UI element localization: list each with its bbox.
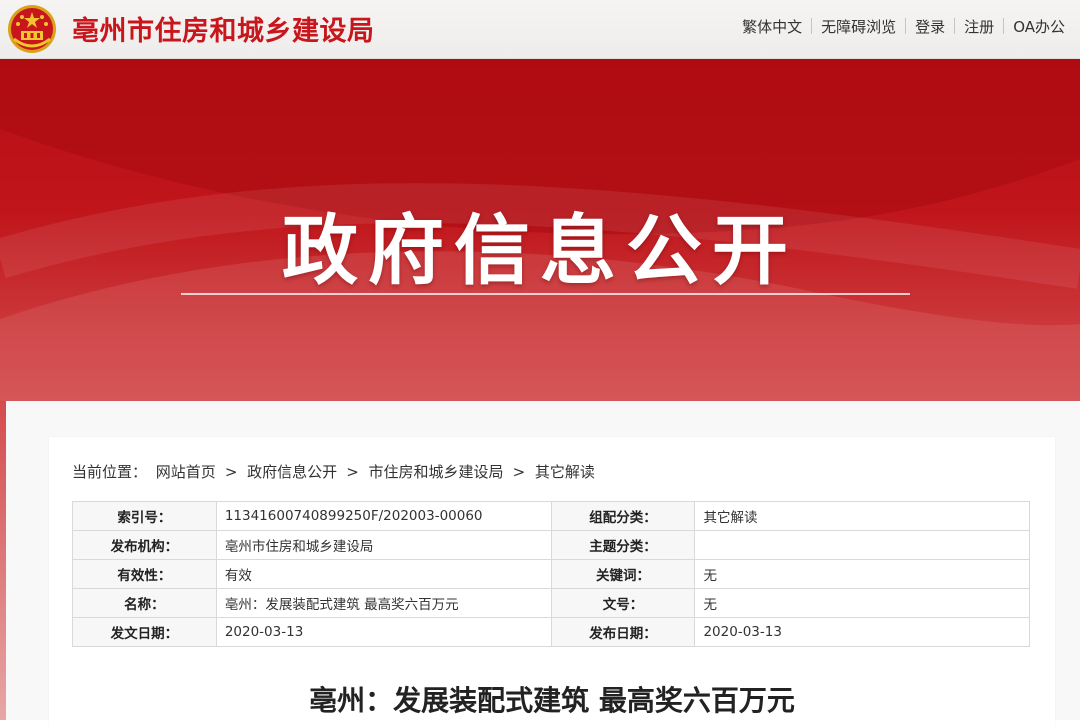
link-register[interactable]: 注册 — [955, 16, 1003, 37]
label-publisher: 发布机构： — [72, 530, 217, 560]
value-publisher: 亳州市住房和城乡建设局 — [215, 530, 552, 560]
label-category: 组配分类： — [550, 501, 696, 531]
article-title: 亳州：发展装配式建筑 最高奖六百万元 — [309, 684, 795, 717]
label-topic: 主题分类： — [550, 530, 696, 560]
value-category: 其它解读 — [694, 501, 1030, 531]
breadcrumb-current[interactable]: 其它解读 — [535, 463, 595, 481]
link-login[interactable]: 登录 — [906, 16, 954, 37]
table-row: 发文日期： 2020-03-13 发布日期： 2020-03-13 — [72, 617, 1030, 647]
label-validity: 有效性： — [72, 559, 217, 589]
value-doc-number: 无 — [694, 588, 1030, 618]
value-topic — [694, 530, 1030, 560]
content-panel: 当前位置： 网站首页 > 政府信息公开 > 市住房和城乡建设局 > 其它解读 索引号：… — [6, 401, 1080, 727]
breadcrumb-gov-info[interactable]: 政府信息公开 — [247, 463, 337, 481]
breadcrumb-prefix: 当前位置： — [72, 463, 148, 481]
link-oa-office[interactable]: OA办公 — [1004, 16, 1074, 37]
value-validity: 有效 — [215, 559, 552, 589]
value-issue-date: 2020-03-13 — [215, 617, 552, 647]
national-emblem-icon[interactable] — [6, 3, 58, 55]
value-name: 亳州：发展装配式建筑 最高奖六百万元 — [215, 588, 552, 618]
label-name: 名称： — [72, 588, 217, 618]
link-accessibility[interactable]: 无障碍浏览 — [812, 16, 905, 37]
label-issue-date: 发文日期： — [72, 617, 217, 647]
top-header: 亳州市住房和城乡建设局 繁体中文 无障碍浏览 登录 注册 OA办公 — [0, 0, 1080, 59]
label-keywords: 关键词： — [550, 559, 696, 589]
link-traditional-chinese[interactable]: 繁体中文 — [733, 16, 811, 37]
site-title[interactable]: 亳州市住房和城乡建设局 — [72, 9, 375, 48]
article-card: 当前位置： 网站首页 > 政府信息公开 > 市住房和城乡建设局 > 其它解读 索引号：… — [49, 437, 1055, 727]
table-row: 发布机构： 亳州市住房和城乡建设局 主题分类： — [72, 530, 1030, 560]
breadcrumb-home[interactable]: 网站首页 — [156, 463, 216, 481]
label-index-number: 索引号： — [72, 501, 217, 531]
table-row: 有效性： 有效 关键词： 无 — [72, 559, 1030, 589]
metadata-table: 索引号： 11341600740899250F/202003-00060 组配分… — [72, 501, 1030, 647]
banner: 政府信息公开 — [0, 59, 1080, 401]
value-index-number: 11341600740899250F/202003-00060 — [215, 501, 552, 531]
banner-divider — [181, 293, 910, 295]
value-publish-date: 2020-03-13 — [694, 617, 1030, 647]
breadcrumb-bureau[interactable]: 市住房和城乡建设局 — [369, 463, 504, 481]
banner-title: 政府信息公开 — [282, 206, 798, 295]
top-links: 繁体中文 无障碍浏览 登录 注册 OA办公 — [733, 15, 1074, 37]
label-doc-number: 文号： — [550, 588, 696, 618]
value-keywords: 无 — [694, 559, 1030, 589]
content-background: 当前位置： 网站首页 > 政府信息公开 > 市住房和城乡建设局 > 其它解读 索引号：… — [0, 401, 1080, 727]
table-row: 索引号： 11341600740899250F/202003-00060 组配分… — [72, 501, 1030, 531]
label-publish-date: 发布日期： — [550, 617, 696, 647]
breadcrumb: 当前位置： 网站首页 > 政府信息公开 > 市住房和城乡建设局 > 其它解读 — [72, 463, 595, 481]
table-row: 名称： 亳州：发展装配式建筑 最高奖六百万元 文号： 无 — [72, 588, 1030, 618]
